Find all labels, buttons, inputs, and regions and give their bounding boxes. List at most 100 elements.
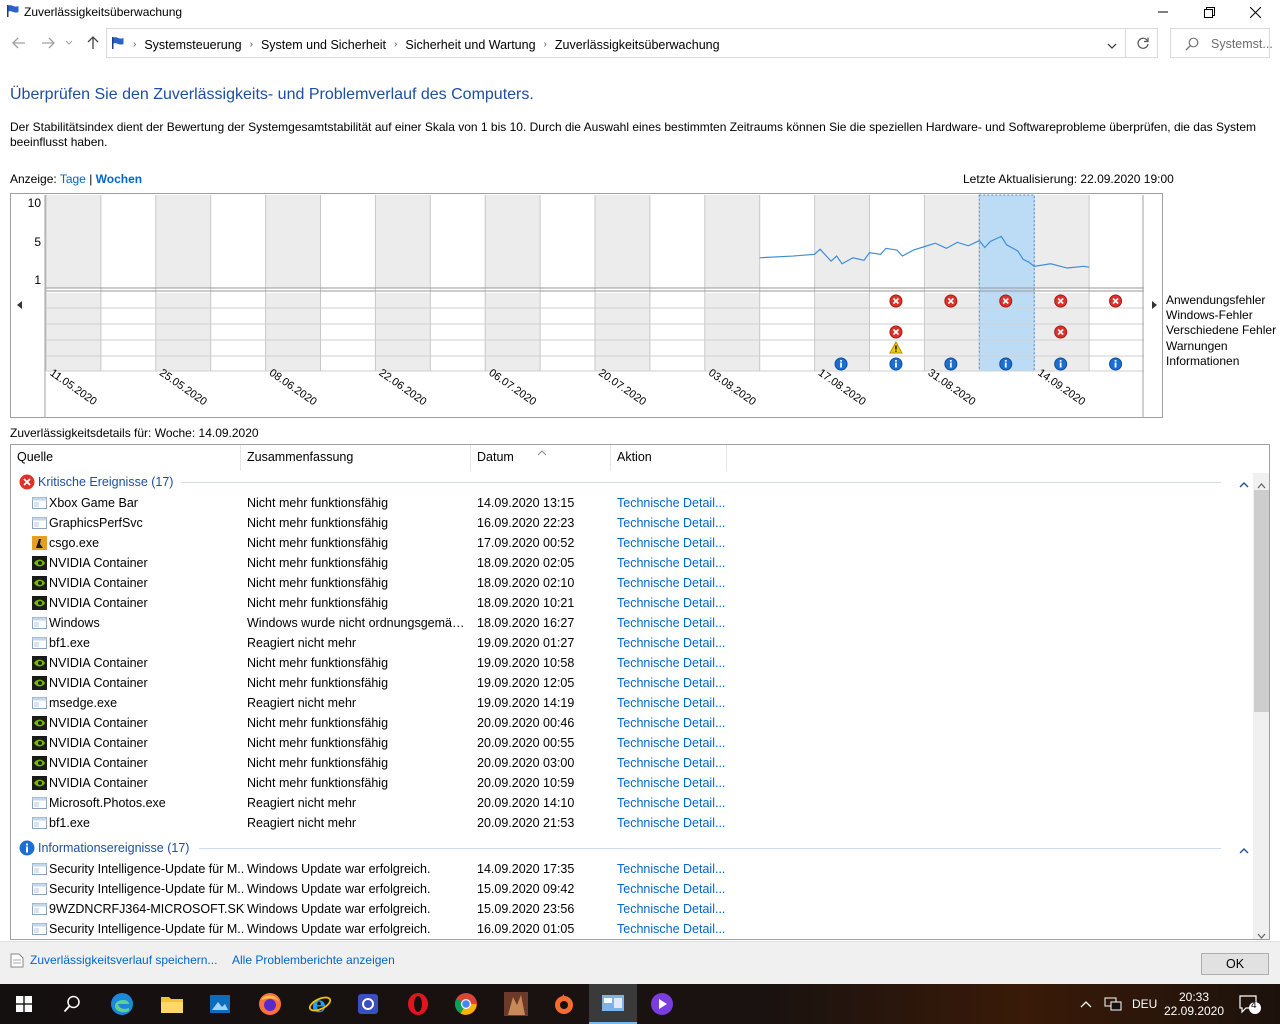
group-critical-events[interactable]: Kritische Ereignisse (17)	[19, 472, 1251, 492]
media-app-icon[interactable]	[638, 984, 686, 1024]
table-row[interactable]: bf1.exe Reagiert nicht mehr 20.09.2020 21:…	[11, 813, 1251, 833]
maximize-button[interactable]	[1186, 0, 1232, 24]
show-hidden-icons-chevron-icon[interactable]	[1080, 984, 1092, 1024]
scrollbar-thumb[interactable]	[1254, 490, 1269, 712]
chart-column-bg[interactable]	[265, 195, 321, 288]
chart-scroll-left-icon[interactable]	[17, 301, 22, 309]
error-marker-icon[interactable]	[944, 294, 958, 308]
file-explorer-icon[interactable]	[148, 984, 196, 1024]
technical-details-link[interactable]: Technische Detail...	[617, 902, 725, 916]
technical-details-link[interactable]: Technische Detail...	[617, 736, 725, 750]
technical-details-link[interactable]: Technische Detail...	[617, 596, 725, 610]
table-row[interactable]: csgo.exe Nicht mehr funktionsfähig 17.09.2…	[11, 533, 1251, 553]
breadcrumb-item[interactable]: Sicherheit und Wartung	[405, 38, 535, 52]
minimize-button[interactable]	[1140, 0, 1186, 24]
error-marker-icon[interactable]	[889, 325, 903, 339]
chart-column-bg[interactable]	[155, 293, 211, 371]
collapse-chevron-up-icon[interactable]	[1239, 843, 1249, 857]
table-row[interactable]: NVIDIA Container Nicht mehr funktionsfähi…	[11, 593, 1251, 613]
chart-column-bg[interactable]	[155, 195, 211, 288]
technical-details-link[interactable]: Technische Detail...	[617, 716, 725, 730]
close-button[interactable]	[1232, 0, 1278, 24]
chrome-icon[interactable]	[442, 984, 490, 1024]
firefox-icon[interactable]	[246, 984, 294, 1024]
view-weeks-link[interactable]: Wochen	[96, 172, 142, 186]
technical-details-link[interactable]: Technische Detail...	[617, 862, 725, 876]
table-row[interactable]: NVIDIA Container Nicht mehr funktionsfähi…	[11, 773, 1251, 793]
chart-column-bg[interactable]	[375, 293, 431, 371]
breadcrumb-item[interactable]: System und Sicherheit	[261, 38, 386, 52]
chart-column-bg[interactable]	[759, 293, 815, 371]
address-box[interactable]: › Systemsteuerung › System und Sicherhei…	[106, 28, 1158, 58]
opera-icon[interactable]	[394, 984, 442, 1024]
collapse-chevron-up-icon[interactable]	[1239, 477, 1249, 491]
info-marker-icon[interactable]	[944, 357, 958, 371]
refresh-icon[interactable]	[1136, 36, 1150, 53]
table-row[interactable]: NVIDIA Container Nicht mehr funktionsfähi…	[11, 713, 1251, 733]
chevron-right-icon[interactable]: ›	[250, 39, 253, 50]
all-problem-reports-link[interactable]: Alle Problemberichte anzeigen	[232, 953, 395, 967]
chart-column-bg[interactable]	[100, 293, 156, 371]
technical-details-link[interactable]: Technische Detail...	[617, 636, 725, 650]
technical-details-link[interactable]: Technische Detail...	[617, 776, 725, 790]
technical-details-link[interactable]: Technische Detail...	[617, 676, 725, 690]
table-row[interactable]: NVIDIA Container Nicht mehr funktionsfähi…	[11, 733, 1251, 753]
language-indicator[interactable]: DEU	[1132, 984, 1157, 1024]
technical-details-link[interactable]: Technische Detail...	[617, 816, 725, 830]
chevron-right-icon[interactable]: ›	[394, 39, 397, 50]
column-header-summary[interactable]: Zusammenfassung	[241, 445, 471, 471]
error-marker-icon[interactable]	[1054, 294, 1068, 308]
chart-column-bg[interactable]	[375, 195, 431, 288]
notifications-icon[interactable]: 4	[1238, 984, 1262, 1024]
chart-scroll-right-icon[interactable]	[1152, 301, 1157, 309]
info-marker-icon[interactable]	[1109, 357, 1123, 371]
table-row[interactable]: NVIDIA Container Nicht mehr funktionsfähi…	[11, 673, 1251, 693]
view-days-link[interactable]: Tage	[60, 172, 86, 186]
taskbar-search-icon[interactable]	[48, 984, 96, 1024]
error-marker-icon[interactable]	[889, 294, 903, 308]
selected-week-highlight[interactable]	[978, 194, 1035, 372]
technical-details-link[interactable]: Technische Detail...	[617, 616, 725, 630]
column-header-source[interactable]: Quelle	[11, 445, 241, 471]
chart-column-bg[interactable]	[540, 195, 595, 288]
table-row[interactable]: Xbox Game Bar Nicht mehr funktionsfähig 14…	[11, 493, 1251, 513]
chart-column-bg[interactable]	[485, 195, 541, 288]
chart-column-bg[interactable]	[430, 293, 486, 371]
chart-column-bg[interactable]	[1034, 195, 1090, 288]
technical-details-link[interactable]: Technische Detail...	[617, 882, 725, 896]
technical-details-link[interactable]: Technische Detail...	[617, 796, 725, 810]
technical-details-link[interactable]: Technische Detail...	[617, 696, 725, 710]
info-marker-icon[interactable]	[999, 357, 1013, 371]
chart-column-bg[interactable]	[595, 195, 650, 288]
chart-column-bg[interactable]	[320, 293, 376, 371]
table-row[interactable]: bf1.exe Reagiert nicht mehr 19.09.2020 01:…	[11, 633, 1251, 653]
error-marker-icon[interactable]	[1054, 325, 1068, 339]
table-row[interactable]: Windows Windows wurde nicht ordnungsgemäß…	[11, 613, 1251, 633]
game-app-icon[interactable]	[492, 984, 540, 1024]
technical-details-link[interactable]: Technische Detail...	[617, 756, 725, 770]
save-history-link[interactable]: Zuverlässigkeitsverlauf speichern...	[30, 953, 217, 967]
back-button[interactable]	[9, 33, 29, 53]
chart-column-bg[interactable]	[430, 195, 486, 288]
store-app-icon[interactable]	[344, 984, 392, 1024]
origin-app-icon[interactable]	[540, 984, 588, 1024]
technical-details-link[interactable]: Technische Detail...	[617, 536, 725, 550]
info-marker-icon[interactable]	[889, 357, 903, 371]
search-box[interactable]: Systemst...	[1170, 28, 1273, 58]
chart-column-bg[interactable]	[704, 293, 760, 371]
info-marker-icon[interactable]	[834, 357, 848, 371]
chart-column-bg[interactable]	[814, 195, 870, 288]
column-header-action[interactable]: Aktion	[611, 445, 727, 471]
table-row[interactable]: NVIDIA Container Nicht mehr funktionsfähi…	[11, 553, 1251, 573]
chart-column-bg[interactable]	[46, 195, 101, 288]
ok-button[interactable]: OK	[1201, 953, 1269, 975]
start-windows-icon[interactable]	[0, 984, 48, 1024]
table-row[interactable]: NVIDIA Container Nicht mehr funktionsfähi…	[11, 753, 1251, 773]
table-row[interactable]: msedge.exe Reagiert nicht mehr 19.09.2020 …	[11, 693, 1251, 713]
error-marker-icon[interactable]	[1109, 294, 1123, 308]
table-row[interactable]: Security Intelligence-Update für M... Win…	[11, 879, 1251, 899]
technical-details-link[interactable]: Technische Detail...	[617, 496, 725, 510]
technical-details-link[interactable]: Technische Detail...	[617, 576, 725, 590]
table-row[interactable]: Security Intelligence-Update für M... Win…	[11, 859, 1251, 879]
chart-column-bg[interactable]	[1089, 195, 1144, 288]
